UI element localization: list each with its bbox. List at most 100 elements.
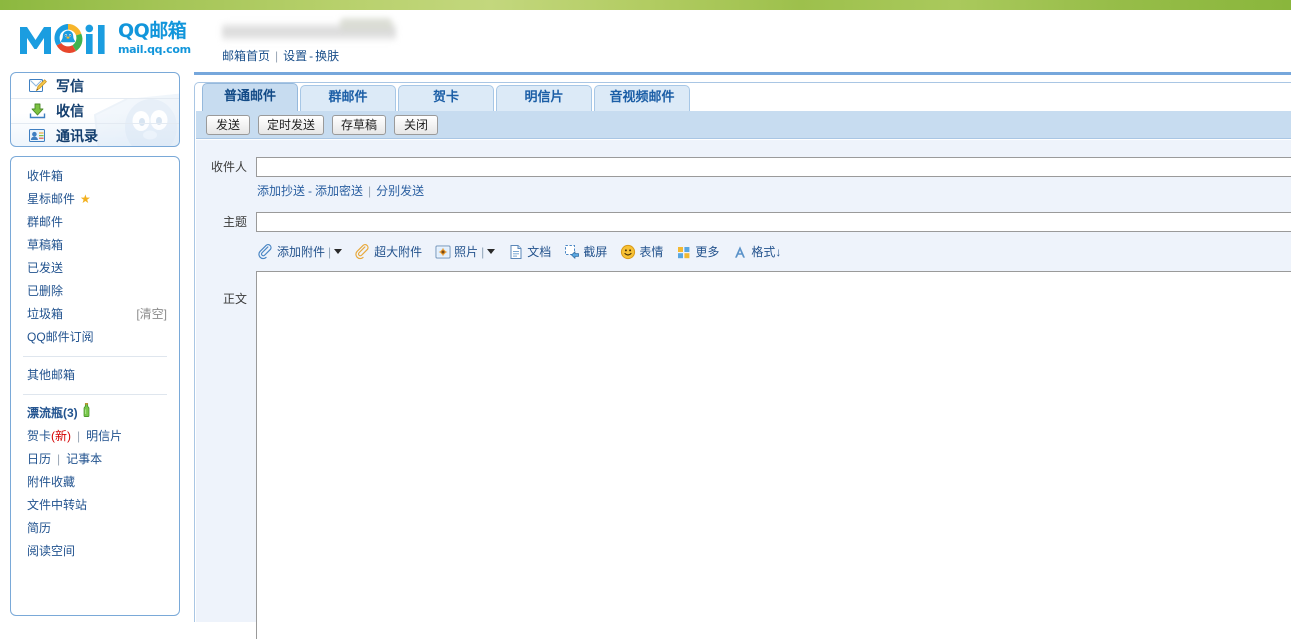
- sidebar-other-mailbox[interactable]: 其他邮箱: [11, 364, 179, 387]
- extra-label: 简历: [27, 521, 52, 535]
- greeting-card-label[interactable]: 贺卡: [27, 425, 51, 448]
- paperclip-orange-icon: [355, 243, 371, 260]
- compose-panel: 普通邮件 群邮件 贺卡 明信片 音视频邮件 发送 定时发送 存草稿 关闭 收件人…: [194, 82, 1291, 639]
- sidebar-folder-inbox[interactable]: 收件箱: [11, 165, 179, 188]
- nav-settings[interactable]: 设置: [283, 49, 307, 63]
- sidebar-folder-group-mail[interactable]: 群邮件: [11, 211, 179, 234]
- folder-label: 星标邮件: [27, 192, 76, 206]
- cc-bcc-links: 添加抄送 - 添加密送 | 分别发送: [256, 177, 1291, 199]
- send-separately-link[interactable]: 分别发送: [376, 184, 424, 198]
- more-label: 更多: [695, 245, 720, 259]
- nav-separator: |: [275, 49, 279, 63]
- cc-pipe: |: [368, 184, 372, 198]
- sidebar-item-contacts[interactable]: 通讯录: [11, 123, 179, 146]
- subject-input[interactable]: [256, 212, 1291, 232]
- tab-av-mail[interactable]: 音视频邮件: [594, 85, 690, 111]
- body-row: 正文: [196, 260, 1291, 639]
- sidebar-extra-calendar-notes[interactable]: 日历 | 记事本: [11, 448, 179, 471]
- sidebar-extra-file-transfer[interactable]: 文件中转站: [11, 494, 179, 517]
- large-attachment-label: 超大附件: [374, 245, 423, 259]
- chevron-down-icon[interactable]: [487, 249, 496, 254]
- attach-divider: |: [481, 244, 485, 259]
- schedule-send-button[interactable]: 定时发送: [258, 114, 325, 135]
- grid-more-icon: [676, 244, 692, 260]
- sidebar-folder-starred[interactable]: 星标邮件 ★: [11, 188, 179, 211]
- main-content: 普通邮件 群邮件 贺卡 明信片 音视频邮件 发送 定时发送 存草稿 关闭 收件人…: [188, 72, 1291, 639]
- sidebar-item-receive-label: 收信: [56, 104, 84, 120]
- sidebar-folder-sent[interactable]: 已发送: [11, 257, 179, 280]
- sidebar-extra-attachment-favorites[interactable]: 附件收藏: [11, 471, 179, 494]
- sidebar-item-receive[interactable]: 收信: [11, 98, 179, 123]
- sidebar-folders-panel: 收件箱 星标邮件 ★ 群邮件 草稿箱 已发送 已删除 垃圾箱 [清空] QQ邮件…: [10, 156, 180, 616]
- close-button[interactable]: 关闭: [394, 114, 439, 135]
- chevron-down-icon[interactable]: [334, 249, 343, 254]
- nav-change-skin[interactable]: 换肤: [315, 49, 339, 63]
- save-draft-button[interactable]: 存草稿: [332, 114, 387, 135]
- logo-wordmark: QQ邮箱 mail.qq.com: [118, 20, 191, 56]
- calendar-label[interactable]: 日历: [27, 448, 51, 471]
- screenshot-button[interactable]: 截屏: [564, 243, 607, 260]
- inbox-download-icon: [29, 103, 47, 119]
- tab-postcard[interactable]: 明信片: [496, 85, 592, 111]
- emoji-button[interactable]: 表情: [620, 243, 663, 260]
- folder-label: 已发送: [27, 261, 64, 275]
- tab-greeting-card[interactable]: 贺卡: [398, 85, 494, 111]
- photo-button[interactable]: 照片 |: [435, 243, 496, 260]
- format-A-icon: [732, 244, 748, 260]
- extra-label: 附件收藏: [27, 475, 76, 489]
- main-top-rule: [194, 72, 1291, 75]
- cc-dash: -: [308, 184, 313, 198]
- attachment-toolbar: 添加附件 | 超大附件 照片 | 文档 截屏 表情 更多 格式↓: [256, 232, 1291, 260]
- add-cc-link[interactable]: 添加抄送: [257, 184, 305, 198]
- sidebar-folder-subscriptions[interactable]: QQ邮件订阅: [11, 326, 179, 349]
- photo-icon: [435, 244, 451, 260]
- recipient-input[interactable]: [256, 157, 1291, 177]
- add-attachment-button[interactable]: 添加附件 |: [258, 243, 343, 260]
- subject-row: 主题 添加附件 | 超大附件 照片 | 文档 截屏 表情 更多 格式↓: [196, 199, 1291, 260]
- sidebar-folder-trash[interactable]: 垃圾箱 [清空]: [11, 303, 179, 326]
- nav-dash: -: [309, 49, 314, 63]
- body-field-wrap: [256, 271, 1291, 639]
- tab-normal-mail[interactable]: 普通邮件: [202, 83, 298, 111]
- nav-mailbox-home[interactable]: 邮箱首页: [222, 49, 270, 63]
- compose-tabs: 普通邮件 群邮件 贺卡 明信片 音视频邮件: [195, 83, 692, 111]
- format-button[interactable]: 格式↓: [732, 243, 781, 260]
- sidebar-extra-reading-space[interactable]: 阅读空间: [11, 540, 179, 563]
- sidebar-divider-2: [23, 394, 167, 395]
- sidebar-divider-1: [23, 356, 167, 357]
- compose-command-bar: 发送 定时发送 存草稿 关闭: [196, 111, 1291, 139]
- trash-empty-link[interactable]: [清空]: [136, 303, 167, 326]
- send-button[interactable]: 发送: [206, 114, 250, 135]
- folder-label: 群邮件: [27, 215, 64, 229]
- header-nav: 邮箱首页 | 设置 - 换肤: [222, 47, 339, 64]
- subject-field-wrap: 添加附件 | 超大附件 照片 | 文档 截屏 表情 更多 格式↓: [256, 212, 1291, 260]
- postcard-label[interactable]: 明信片: [86, 425, 122, 448]
- document-button[interactable]: 文档: [508, 243, 551, 260]
- mail-logo-mark-icon: [18, 18, 114, 61]
- sidebar-extra-drift-bottle[interactable]: 漂流瓶(3): [11, 402, 179, 425]
- folder-label: 其他邮箱: [27, 368, 76, 382]
- paperclip-icon: [258, 243, 274, 260]
- folder-label: 收件箱: [27, 169, 64, 183]
- sidebar-item-compose-label: 写信: [56, 78, 84, 95]
- sidebar-folder-drafts[interactable]: 草稿箱: [11, 234, 179, 257]
- account-name-redacted: [222, 18, 396, 42]
- tab-group-mail[interactable]: 群邮件: [300, 85, 396, 111]
- top-gradient-bar: [0, 0, 1291, 10]
- large-attachment-button[interactable]: 超大附件: [355, 243, 422, 260]
- document-icon: [508, 244, 524, 260]
- sidebar-item-compose[interactable]: 写信: [11, 73, 179, 98]
- sidebar-extra-resume[interactable]: 简历: [11, 517, 179, 540]
- body-editor[interactable]: [256, 271, 1291, 639]
- compose-icon: [29, 78, 47, 94]
- sidebar-extra-greeting-postcard[interactable]: 贺卡 (新) | 明信片: [11, 425, 179, 448]
- brand-name-cn: QQ邮箱: [118, 20, 187, 42]
- more-button[interactable]: 更多: [676, 243, 719, 260]
- add-bcc-link[interactable]: 添加密送: [315, 184, 363, 198]
- sidebar: 写信 收信 通讯录 收件箱 星标邮件 ★ 群邮件 草稿箱 已发送 已删除 垃圾箱…: [10, 72, 180, 622]
- qqmail-logo[interactable]: QQ邮箱 mail.qq.com: [18, 18, 200, 58]
- bottle-icon: [82, 402, 91, 425]
- notebook-label[interactable]: 记事本: [66, 448, 102, 471]
- sidebar-folder-deleted[interactable]: 已删除: [11, 280, 179, 303]
- extra-label: 阅读空间: [27, 544, 76, 558]
